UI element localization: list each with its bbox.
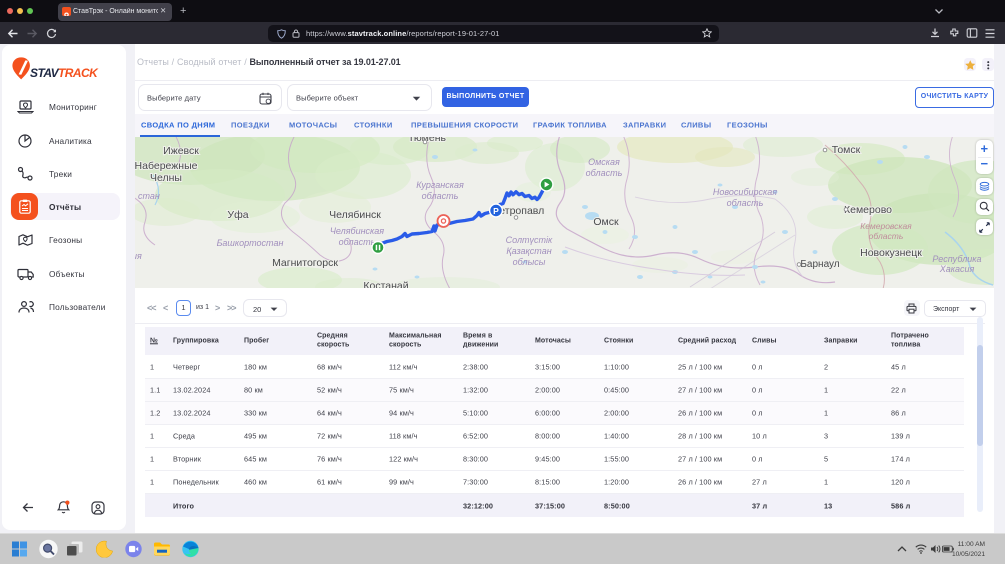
svg-text:Томск: Томск [832,144,861,156]
svg-text:Омск: Омск [593,216,619,228]
svg-text:стан: стан [138,191,160,201]
svg-text:область: область [727,198,764,208]
svg-text:Кемерово: Кемерово [844,204,892,216]
svg-text:область: область [339,237,376,247]
svg-text:P: P [493,206,499,216]
svg-text:Тюмень: Тюмень [408,137,447,144]
svg-text:Набережные: Набережные [135,160,198,172]
svg-text:Солтүстік: Солтүстік [506,235,553,245]
svg-text:Челябинск: Челябинск [329,209,381,221]
svg-text:область: область [422,191,459,201]
svg-text:Хакасия: Хакасия [939,264,975,274]
svg-text:Костанай: Костанай [363,280,408,288]
svg-text:Новокузнецк: Новокузнецк [860,247,922,259]
svg-text:ия: ия [135,251,142,261]
svg-text:область: область [586,168,623,178]
svg-text:Барнаул: Барнаул [800,259,839,270]
svg-text:Республика: Республика [932,254,981,264]
svg-text:Уфа: Уфа [227,209,248,221]
svg-text:Новосибирская: Новосибирская [713,187,777,197]
svg-text:Ижевск: Ижевск [163,145,199,157]
svg-text:Омская: Омская [588,157,620,167]
svg-text:Челябинская: Челябинская [330,226,384,236]
svg-text:Қазақстан: Қазақстан [506,246,551,256]
svg-text:область: область [869,231,904,241]
svg-text:Магнитогорск: Магнитогорск [272,257,338,269]
svg-text:Кемеровская: Кемеровская [860,221,912,231]
svg-text:облысы: облысы [513,257,546,267]
svg-text:Курганская: Курганская [416,180,464,190]
svg-text:Челны: Челны [150,172,182,184]
svg-text:Башкортостан: Башкортостан [217,238,284,248]
